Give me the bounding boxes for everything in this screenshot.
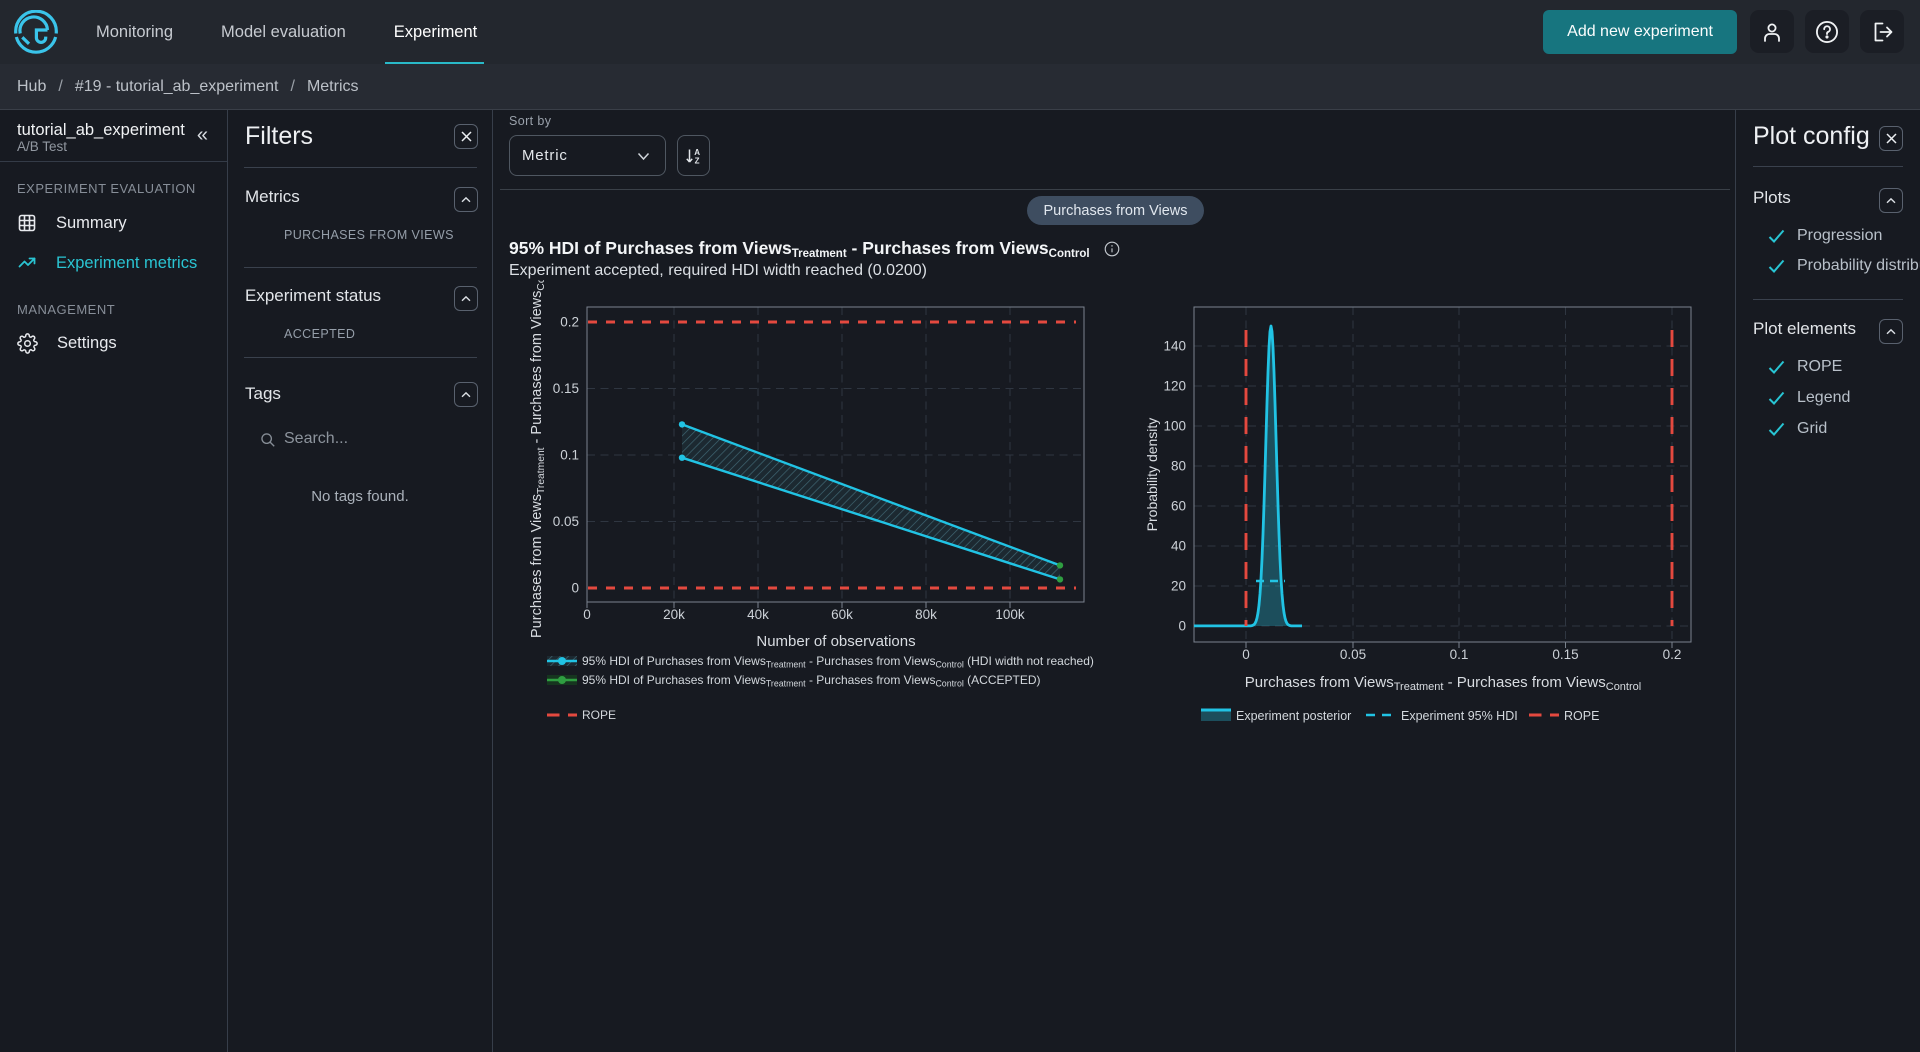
svg-text:0.2: 0.2	[1663, 647, 1682, 662]
svg-text:0.15: 0.15	[553, 381, 579, 396]
svg-text:100: 100	[1163, 419, 1186, 434]
svg-text:40k: 40k	[747, 607, 769, 622]
svg-text:20: 20	[1171, 579, 1186, 594]
svg-text:ROPE: ROPE	[582, 708, 616, 722]
svg-text:95% HDI of Purchases from View: 95% HDI of Purchases from ViewsTreatment…	[582, 673, 1040, 689]
svg-text:Purchases from ViewsTreatment: Purchases from ViewsTreatment - Purchase…	[1245, 674, 1641, 693]
svg-text:Number of observations: Number of observations	[756, 633, 915, 650]
svg-text:80: 80	[1171, 459, 1186, 474]
svg-text:Experiment posterior: Experiment posterior	[1236, 709, 1351, 723]
svg-text:0: 0	[571, 581, 579, 596]
svg-text:0.1: 0.1	[1450, 647, 1469, 662]
svg-text:60: 60	[1171, 499, 1186, 514]
svg-text:120: 120	[1163, 379, 1186, 394]
svg-text:Purchases from ViewsTreatment: Purchases from ViewsTreatment - Purchase…	[529, 280, 547, 638]
svg-text:0.2: 0.2	[560, 315, 579, 330]
svg-text:20k: 20k	[663, 607, 685, 622]
svg-text:100k: 100k	[995, 607, 1025, 622]
svg-text:Z: Z	[695, 156, 700, 164]
svg-text:ROPE: ROPE	[1564, 709, 1599, 723]
svg-text:0.15: 0.15	[1552, 647, 1578, 662]
svg-text:0.1: 0.1	[560, 448, 579, 463]
svg-text:60k: 60k	[831, 607, 853, 622]
svg-text:0.05: 0.05	[553, 514, 579, 529]
svg-text:0: 0	[1242, 647, 1250, 662]
svg-text:95% HDI of Purchases from View: 95% HDI of Purchases from ViewsTreatment…	[582, 654, 1094, 670]
svg-text:0: 0	[583, 607, 591, 622]
svg-text:0.05: 0.05	[1340, 647, 1366, 662]
svg-text:40: 40	[1171, 539, 1186, 554]
svg-text:Experiment 95% HDI: Experiment 95% HDI	[1401, 709, 1518, 723]
svg-text:0: 0	[1178, 619, 1186, 634]
svg-text:80k: 80k	[915, 607, 937, 622]
svg-text:Probability density: Probability density	[1144, 418, 1160, 532]
svg-text:140: 140	[1163, 339, 1186, 354]
